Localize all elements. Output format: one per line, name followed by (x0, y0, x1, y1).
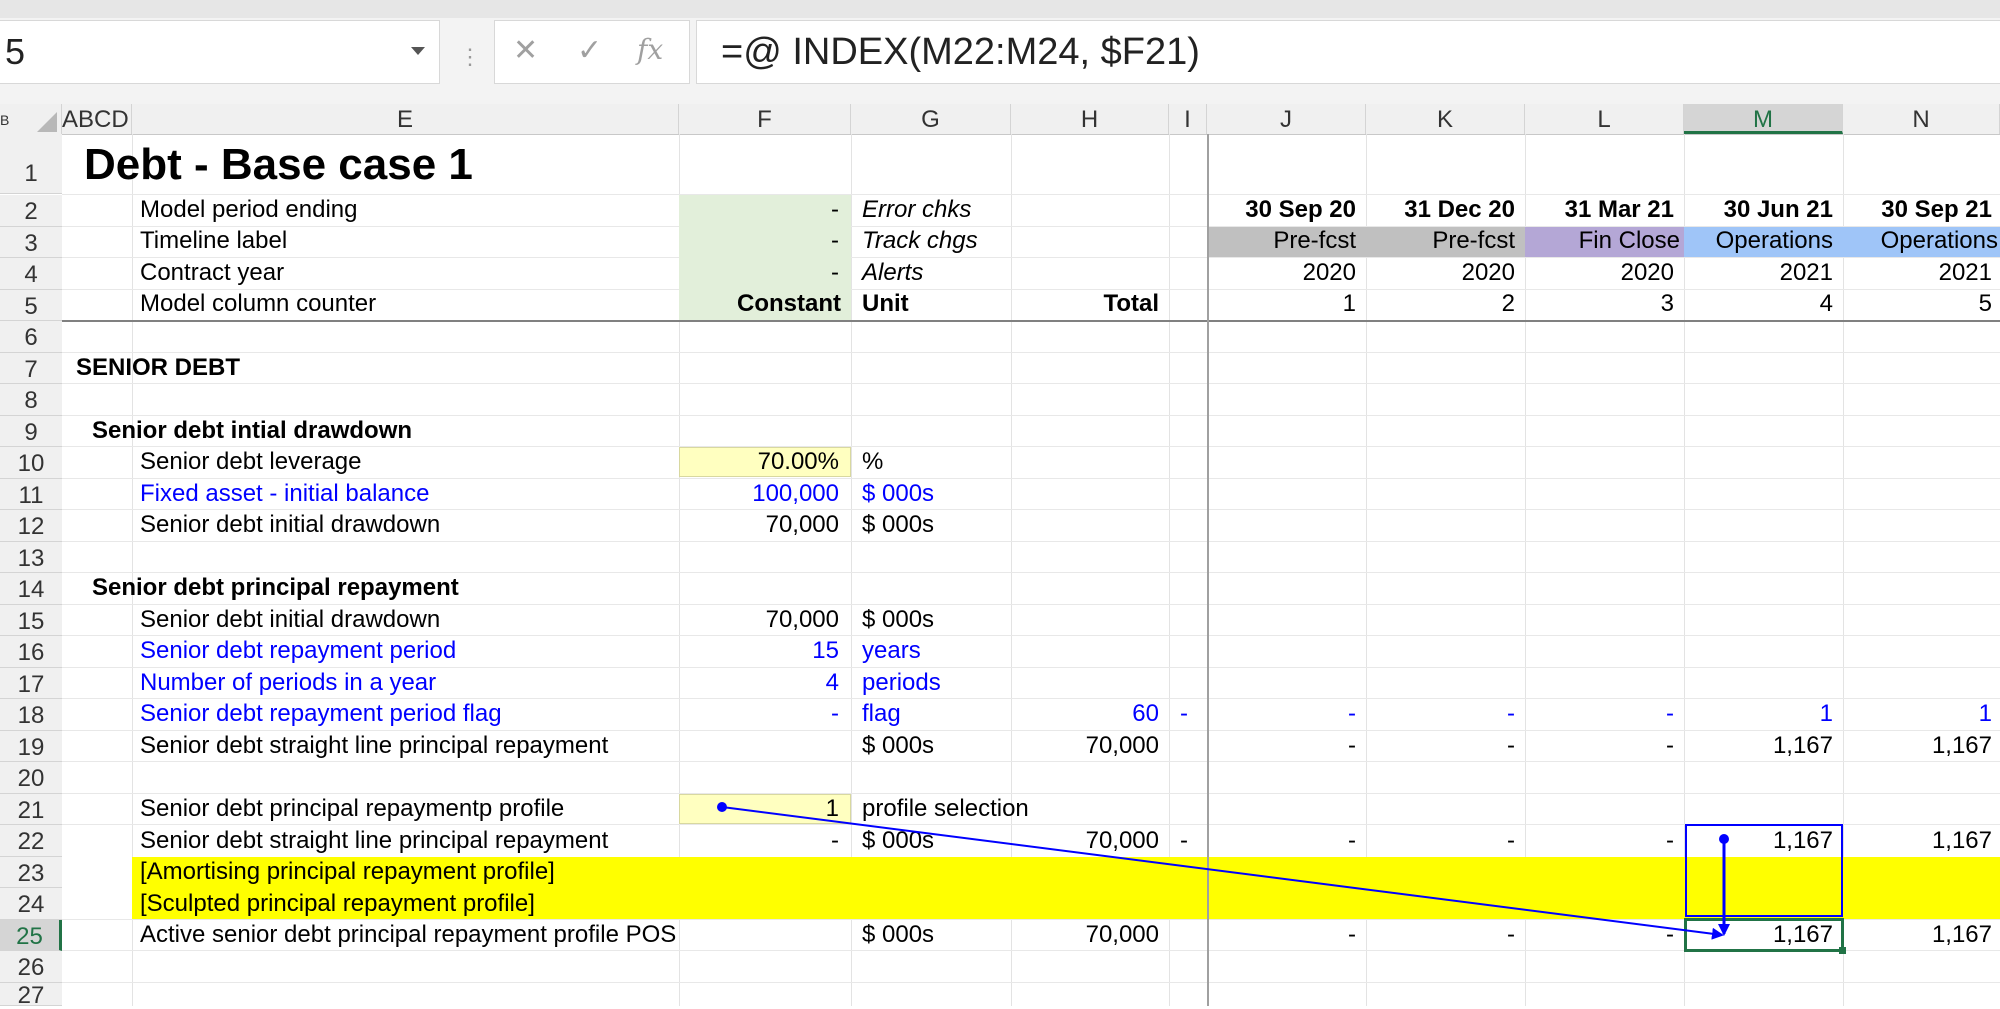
trace-arrow-long (721, 806, 1724, 940)
trace-precedents-svg (717, 802, 1730, 940)
